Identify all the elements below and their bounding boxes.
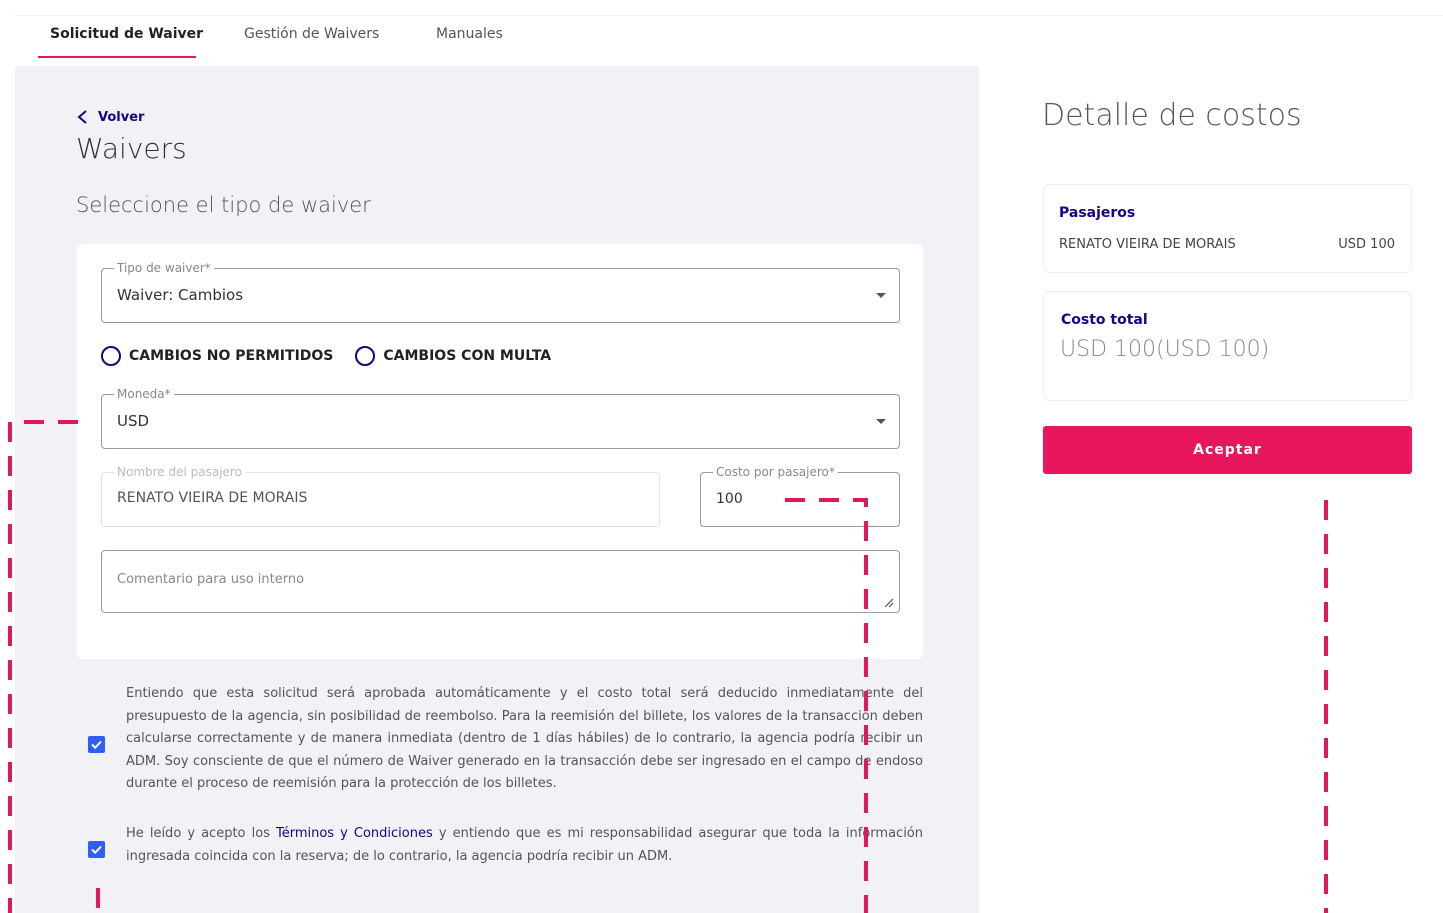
radio-label: CAMBIOS NO PERMITIDOS (129, 348, 334, 364)
radio-circle-icon (355, 346, 376, 366)
checkmark-icon (91, 845, 102, 855)
top-navigation (15, 15, 1443, 66)
agreement-2-text: He leído y acepto los Términos y Condici… (126, 823, 923, 868)
section-title: Seleccione el tipo de waiver (76, 193, 371, 217)
total-cost-card: Costo total USD 100(USD 100) (1043, 291, 1412, 401)
passenger-amount: USD 100 (1338, 237, 1395, 252)
chevron-left-icon (77, 110, 87, 124)
passengers-card: Pasajeros RENATO VIEIRA DE MORAIS USD 10… (1043, 184, 1412, 273)
total-cost-title: Costo total (1061, 312, 1148, 328)
radio-cambios-no-permitidos[interactable]: CAMBIOS NO PERMITIDOS (101, 346, 333, 366)
internal-comment-textarea[interactable]: Comentario para uso interno (101, 550, 900, 613)
internal-comment-placeholder: Comentario para uso interno (117, 572, 305, 587)
passenger-name-value: RENATO VIEIRA DE MORAIS (117, 490, 308, 506)
cost-per-passenger-value: 100 (716, 491, 743, 507)
cost-per-passenger-input[interactable]: Costo por pasajero* 100 (700, 464, 900, 527)
back-link-label: Volver (98, 109, 145, 125)
chevron-down-icon (876, 418, 886, 424)
passengers-title: Pasajeros (1059, 205, 1136, 221)
passenger-name-field: Nombre del pasajero RENATO VIEIRA DE MOR… (101, 464, 660, 527)
cost-per-passenger-legend: Costo por pasajero* (713, 464, 838, 480)
tab-solicitud-de-waiver[interactable]: Solicitud de Waiver (50, 26, 203, 46)
checkmark-icon (91, 740, 102, 750)
waiver-type-value: Waiver: Cambios (117, 286, 244, 304)
chevron-down-icon (876, 292, 886, 298)
agreement-1-checkbox[interactable] (88, 736, 105, 753)
tab-manuales[interactable]: Manuales (436, 26, 503, 46)
agreement-2-checkbox[interactable] (88, 841, 105, 858)
radio-circle-icon (101, 346, 121, 366)
active-tab-indicator (38, 56, 196, 58)
page-title: Waivers (76, 132, 187, 165)
currency-value: USD (117, 412, 150, 430)
agreement-2-text-before: He leído y acepto los (126, 826, 276, 841)
change-type-radio-group: CAMBIOS NO PERMITIDOS CAMBIOS CON MULTA (101, 346, 551, 366)
waiver-type-legend: Tipo de waiver* (114, 260, 214, 276)
accept-button[interactable]: Aceptar (1043, 426, 1412, 474)
radio-label: CAMBIOS CON MULTA (383, 348, 552, 364)
cost-detail-title: Detalle de costos (1042, 98, 1302, 133)
waiver-type-select[interactable]: Tipo de waiver* Waiver: Cambios (101, 260, 900, 323)
passenger-name: RENATO VIEIRA DE MORAIS (1059, 237, 1236, 252)
total-cost-value: USD 100(USD 100) (1060, 337, 1270, 362)
passenger-name-legend: Nombre del pasajero (114, 464, 245, 480)
resize-handle-icon[interactable] (880, 594, 894, 608)
terms-and-conditions-link[interactable]: Términos y Condiciones (276, 826, 433, 841)
tab-gestion-de-waivers[interactable]: Gestión de Waivers (244, 26, 379, 46)
radio-cambios-con-multa[interactable]: CAMBIOS CON MULTA (355, 346, 551, 366)
agreement-1-text: Entiendo que esta solicitud será aprobad… (126, 686, 923, 791)
back-link[interactable]: Volver (76, 109, 144, 125)
currency-legend: Moneda* (114, 386, 174, 402)
currency-select[interactable]: Moneda* USD (101, 386, 900, 449)
